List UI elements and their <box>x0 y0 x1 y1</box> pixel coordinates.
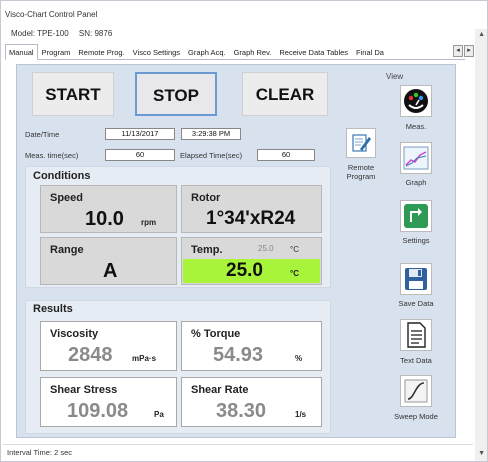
date-value: 11/13/2017 <box>105 128 175 140</box>
shear-stress-label: Shear Stress <box>50 384 118 396</box>
meas-time-label: Meas. time(sec) <box>25 151 79 160</box>
graph-icon <box>403 146 429 170</box>
tab-visco-settings[interactable]: Visco Settings <box>129 44 184 59</box>
shear-stress-unit: Pa <box>154 410 164 419</box>
speed-value: 10.0 <box>85 208 124 230</box>
stop-button[interactable]: STOP <box>135 72 217 116</box>
rotor-cell: Rotor 1°34'xR24 <box>181 185 322 233</box>
tab-remote-prog[interactable]: Remote Prog. <box>74 44 128 59</box>
scroll-up-icon[interactable]: ▲ <box>478 31 485 38</box>
graph-button[interactable] <box>400 142 432 174</box>
meas-button[interactable] <box>400 85 432 117</box>
tab-program[interactable]: Program <box>38 44 75 59</box>
tab-bar: Manual Program Remote Prog. Visco Settin… <box>5 44 465 60</box>
sweep-mode-button[interactable] <box>400 375 432 407</box>
save-data-label: Save Data <box>398 299 434 308</box>
time-value: 3:29:38 PM <box>181 128 241 140</box>
remote-program-label: Remote Program <box>336 163 386 181</box>
temp-label: Temp. <box>191 244 223 256</box>
wrench-icon <box>404 204 428 228</box>
remote-label-line1: Remote <box>347 163 375 172</box>
rotor-value: 1°34'xR24 <box>206 208 296 229</box>
tab-scroll-right-button[interactable]: ▸ <box>464 45 474 57</box>
document-icon <box>407 322 426 348</box>
elapsed-time-value: 60 <box>257 149 315 161</box>
status-bar: Interval Time: 2 sec <box>3 444 473 459</box>
text-data-button[interactable] <box>400 319 432 351</box>
shear-rate-unit: 1/s <box>295 410 307 419</box>
graph-label: Graph <box>405 178 427 187</box>
speed-label: Speed <box>50 192 84 204</box>
speed-unit: rpm <box>141 218 157 227</box>
save-data-button[interactable] <box>400 263 432 295</box>
viscosity-cell: Viscosity 2848 mPa·s <box>40 321 177 371</box>
meas-time-field[interactable]: 60 <box>105 149 175 161</box>
tab-receive-data-tables[interactable]: Receive Data Tables <box>275 44 352 59</box>
range-cell: Range A <box>40 237 177 285</box>
settings-button[interactable] <box>400 200 432 232</box>
conditions-title: Conditions <box>33 170 91 182</box>
window-title: Visco-Chart Control Panel <box>5 10 98 19</box>
rotor-label: Rotor <box>191 192 221 204</box>
torque-unit: % <box>295 354 303 363</box>
view-title: View <box>386 72 404 81</box>
gauge-icon <box>404 89 428 113</box>
viscosity-label: Viscosity <box>50 328 99 340</box>
tab-scroll-left-button[interactable]: ◂ <box>453 45 463 57</box>
pencil-notepad-icon <box>352 134 371 152</box>
sweep-mode-label: Sweep Mode <box>394 412 438 421</box>
app-window: Visco-Chart Control Panel Model: TPE-100… <box>0 0 488 462</box>
text-data-label: Text Data <box>400 356 432 365</box>
tab-manual[interactable]: Manual <box>5 44 38 60</box>
viscosity-value: 2848 <box>68 344 113 366</box>
scroll-down-icon[interactable]: ▼ <box>478 450 485 457</box>
range-label: Range <box>50 244 84 256</box>
tab-graph-acq[interactable]: Graph Acq. <box>184 44 230 59</box>
meas-label: Meas. <box>405 122 427 131</box>
settings-label: Settings <box>402 236 430 245</box>
viscosity-unit: mPa·s <box>132 354 157 363</box>
speed-cell: Speed 10.0 rpm <box>40 185 177 233</box>
temp-setpoint: 25.0 <box>258 244 274 253</box>
tab-graph-rev[interactable]: Graph Rev. <box>230 44 276 59</box>
datetime-label: Date/Time <box>25 130 60 139</box>
manual-panel: START STOP CLEAR Date/Time 11/13/2017 3:… <box>16 64 456 438</box>
shear-rate-value: 38.30 <box>216 400 267 422</box>
shear-rate-cell: Shear Rate 38.30 1/s <box>181 377 322 427</box>
floppy-disk-icon <box>405 268 427 290</box>
elapsed-time-label: Elapsed Time(sec) <box>180 151 243 160</box>
device-info: Model: TPE-100 SN: 9876 <box>11 29 120 38</box>
temp-value: 25.0 <box>226 260 263 281</box>
temp-cell: Temp. 25.0 °C 25.0 °C <box>181 237 322 285</box>
clear-button[interactable]: CLEAR <box>242 72 328 116</box>
torque-cell: % Torque 54.93 % <box>181 321 322 371</box>
range-value: A <box>103 260 118 282</box>
torque-label: % Torque <box>191 328 241 340</box>
remote-label-line2: Program <box>346 172 376 181</box>
temp-setpoint-unit: °C <box>290 245 299 254</box>
shear-stress-value: 109.08 <box>67 400 129 422</box>
shear-rate-label: Shear Rate <box>191 384 249 396</box>
sweep-curve-icon <box>404 379 428 403</box>
temp-unit: °C <box>290 269 299 278</box>
model-label: Model: TPE-100 <box>11 29 69 38</box>
start-button[interactable]: START <box>32 72 114 116</box>
shear-stress-cell: Shear Stress 109.08 Pa <box>40 377 177 427</box>
vertical-scrollbar[interactable] <box>475 29 487 461</box>
torque-value: 54.93 <box>213 344 264 366</box>
results-title: Results <box>33 303 73 315</box>
tab-final-data[interactable]: Final Da <box>352 44 388 59</box>
remote-program-button[interactable] <box>346 128 376 158</box>
serial-number-label: SN: 9876 <box>78 29 113 38</box>
